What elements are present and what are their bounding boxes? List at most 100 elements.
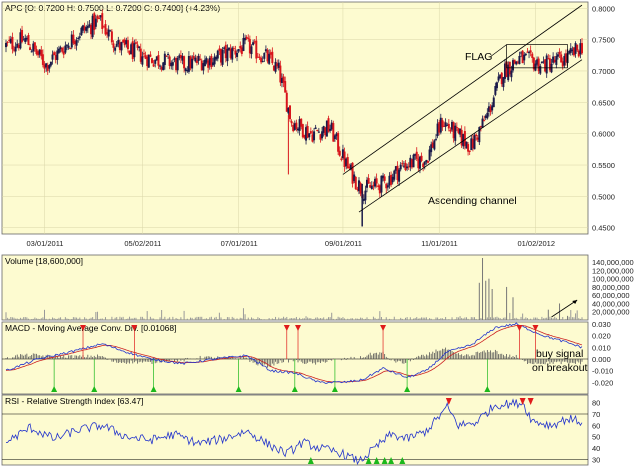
candle-body xyxy=(444,122,447,127)
candle-body xyxy=(109,30,112,32)
candle-body xyxy=(314,127,317,129)
candle-body xyxy=(288,105,291,120)
candle-body xyxy=(151,58,154,63)
candle-body xyxy=(167,53,170,55)
candle-body xyxy=(94,18,97,27)
price-y-tick-label: 0.5500 xyxy=(592,161,615,170)
price-x-tick-label: 09/01/2011 xyxy=(325,239,362,248)
candle-body xyxy=(412,154,415,168)
candle-body xyxy=(268,53,271,64)
candle-body xyxy=(183,56,186,69)
candle-body xyxy=(77,37,80,39)
candle-body xyxy=(486,112,489,119)
candle-body xyxy=(41,54,44,65)
candle-body xyxy=(420,155,423,161)
price-y-tick-label: 0.7500 xyxy=(592,36,615,45)
candle-body xyxy=(383,176,386,181)
candle-body xyxy=(147,54,150,68)
price-x-tick-label: 03/01/2011 xyxy=(27,239,64,248)
price-y-tick-label: 0.6000 xyxy=(592,130,615,139)
candle-body xyxy=(154,59,157,64)
candle-body xyxy=(316,129,319,131)
stock-chart: APC [O: 0.7200 H: 0.7500 L: 0.7200 C: 0.… xyxy=(0,0,640,469)
candle-body xyxy=(370,185,373,190)
candle-body xyxy=(271,51,274,64)
candle-body xyxy=(338,150,341,156)
candle-body xyxy=(545,55,548,74)
chart-canvas: APC [O: 0.7200 H: 0.7500 L: 0.7200 C: 0.… xyxy=(1,1,634,466)
candle-body xyxy=(57,48,60,53)
candle-body xyxy=(524,53,527,56)
price-x-tick-label: 11/01/2011 xyxy=(421,239,457,248)
price-y-tick-label: 0.6500 xyxy=(592,98,615,107)
candle-body xyxy=(114,47,117,51)
candle-body xyxy=(134,42,137,44)
candle-body xyxy=(126,40,129,50)
candle-body xyxy=(447,123,450,129)
rsi-y-tick-label: 80 xyxy=(592,399,600,408)
candle-body xyxy=(426,160,429,163)
price-x-tick-label: 05/02/2011 xyxy=(124,239,161,248)
macd-y-tick-label: 0.010 xyxy=(592,343,611,352)
candle-body xyxy=(163,53,166,66)
volume-y-tick-label: 20,000,000 xyxy=(592,308,630,317)
candle-body xyxy=(290,121,293,124)
candle-body xyxy=(221,49,224,65)
macd-y-tick-label: 0.030 xyxy=(592,320,611,329)
candle-body xyxy=(495,82,498,89)
candle-body xyxy=(284,81,287,93)
candle-body xyxy=(48,65,51,69)
candle-body xyxy=(581,43,583,54)
candle-body xyxy=(115,43,118,47)
candle-body xyxy=(375,178,378,184)
price-y-tick-label: 0.7000 xyxy=(592,67,615,76)
candle-body xyxy=(475,134,478,137)
candle-body xyxy=(556,54,559,57)
price-x-tick-label: 01/02/2012 xyxy=(517,239,555,248)
candle-body xyxy=(380,175,383,193)
candle-body xyxy=(51,54,54,60)
candle-body xyxy=(386,185,389,188)
candle-body xyxy=(49,61,52,66)
candle-body xyxy=(159,65,162,67)
candle-body xyxy=(539,65,542,74)
candle-body xyxy=(467,144,470,152)
rsi-y-tick-label: 70 xyxy=(592,410,600,419)
candle-body xyxy=(576,44,579,51)
macd-title: MACD - Moving Average Conv. Div. [0.0106… xyxy=(5,323,177,333)
candle-body xyxy=(404,162,407,171)
candle-body xyxy=(247,37,250,39)
candle-body xyxy=(250,46,253,55)
candle-body xyxy=(133,43,136,58)
price-title: APC [O: 0.7200 H: 0.7500 L: 0.7200 C: 0.… xyxy=(5,3,220,13)
candle-body xyxy=(236,52,239,57)
price-x-tick-label: 07/01/2011 xyxy=(221,239,258,248)
rsi-y-tick-label: 40 xyxy=(592,444,600,453)
candle-body xyxy=(255,40,258,59)
candle-body xyxy=(529,50,532,53)
candle-body xyxy=(308,133,311,138)
candle-body xyxy=(61,48,64,52)
buy-signal-label: buy signal xyxy=(536,348,583,360)
rsi-y-tick-label: 50 xyxy=(592,433,600,442)
candle-body xyxy=(337,132,340,152)
candle-body xyxy=(354,176,357,190)
candle-body xyxy=(555,56,558,65)
candle-body xyxy=(237,49,240,52)
candle-body xyxy=(399,164,402,170)
candle-body xyxy=(29,47,32,51)
candle-body xyxy=(197,55,200,61)
macd-y-tick-label: 0.000 xyxy=(592,355,611,364)
candle-body xyxy=(11,36,14,50)
candle-body xyxy=(199,58,202,60)
candle-body xyxy=(531,53,534,59)
candle-body xyxy=(364,190,367,201)
macd-y-tick-label: 0.020 xyxy=(592,332,611,341)
candle-body xyxy=(483,120,486,122)
candle-body xyxy=(263,52,266,59)
candle-body xyxy=(216,50,219,59)
candle-body xyxy=(98,17,101,19)
candle-body xyxy=(171,62,174,66)
candle-body xyxy=(518,55,521,65)
candle-body xyxy=(110,31,113,43)
